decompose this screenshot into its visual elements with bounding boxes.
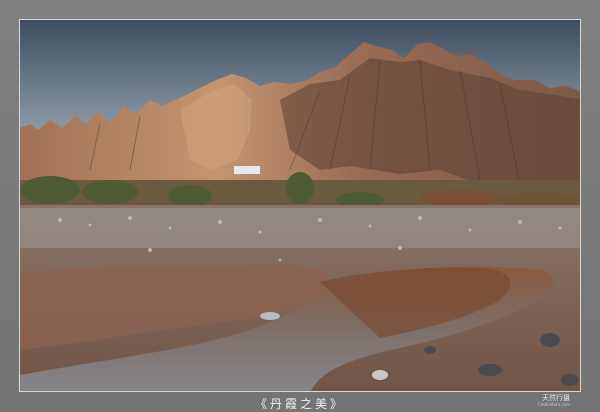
photo-frame: 《丹霞之美》 天然行摄 Cmdnature.com: [0, 0, 600, 412]
signature-sub: Cmdnature.com: [537, 402, 570, 407]
photo-caption: 《丹霞之美》: [254, 397, 345, 411]
signature-name: 天然行摄: [542, 394, 570, 402]
gravel-band: [20, 208, 580, 248]
landscape-illustration: [20, 20, 580, 391]
photographer-signature: 天然行摄 Cmdnature.com: [538, 395, 570, 407]
landscape-photo: [19, 19, 581, 392]
white-building: [234, 166, 260, 174]
